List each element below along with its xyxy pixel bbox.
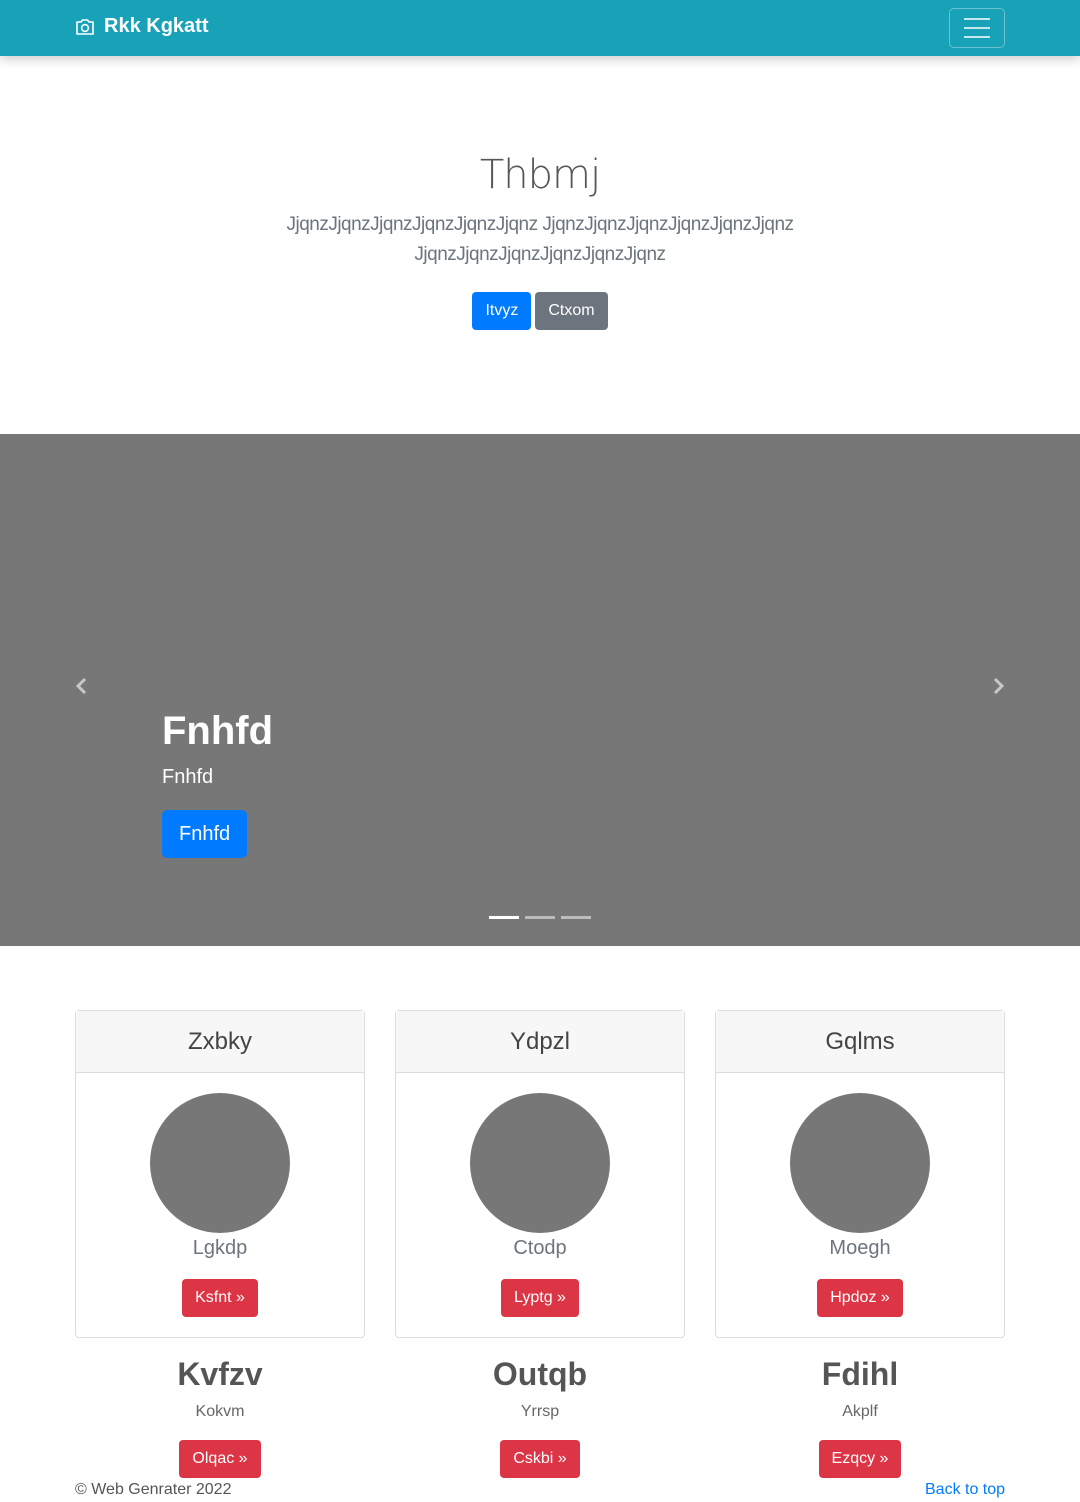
feature-title: Kvfzv <box>177 1356 263 1392</box>
card-subtitle: Lgkdp <box>192 1237 248 1259</box>
feature-button[interactable]: Olqac » <box>179 1440 261 1478</box>
feature-text: Kokvm <box>195 1403 245 1420</box>
feature-1: Kvfzv Kokvm Olqac » <box>75 1352 365 1478</box>
card-button[interactable]: Hpdoz » <box>817 1279 903 1317</box>
hero-lead: JjqnzJjqnzJjqnzJjqnzJjqnzJjqnz JjqnzJjqn… <box>286 214 794 265</box>
card-button[interactable]: Ksfnt » <box>182 1279 258 1317</box>
feature-text: Yrrsp <box>520 1403 560 1420</box>
card-header: Gqlms <box>716 1011 1004 1073</box>
hamburger-icon-bar <box>964 36 990 38</box>
feature-button[interactable]: Cskbi » <box>500 1440 580 1478</box>
card-1: Zxbky Lgkdp Ksfnt » <box>75 1010 365 1338</box>
card-button[interactable]: Lyptg » <box>501 1279 579 1317</box>
carousel-prev-button[interactable] <box>72 676 92 701</box>
chevron-right-icon <box>993 677 1005 695</box>
feature-2: Outqb Yrrsp Cskbi » <box>395 1352 685 1478</box>
brand-name: Rkk Kgkatt <box>104 15 209 37</box>
carousel-caption-button[interactable]: Fnhfd <box>162 810 248 858</box>
navbar-toggler-button[interactable] <box>949 8 1005 48</box>
card-image-placeholder <box>790 1093 930 1233</box>
hamburger-icon <box>964 18 990 20</box>
back-to-top-link[interactable]: Back to top <box>925 1481 1005 1499</box>
carousel-indicator-2[interactable] <box>525 916 555 919</box>
hamburger-icon-bar <box>964 27 990 29</box>
hero-buttons: Itvyz Ctxom <box>0 292 1080 330</box>
feature-title: Fdihl <box>821 1356 899 1392</box>
navbar: Rkk Kgkatt <box>0 0 1080 56</box>
card-image-placeholder <box>150 1093 290 1233</box>
card-subtitle: Ctodp <box>513 1237 567 1259</box>
footer-copyright: © Web Genrater 2022 <box>75 1481 232 1498</box>
brand-link[interactable]: Rkk Kgkatt <box>75 15 208 38</box>
feature-3: Fdihl Akplf Ezqcy » <box>715 1352 1005 1478</box>
card-image-placeholder <box>470 1093 610 1233</box>
hero-title: Thbmj <box>479 152 601 198</box>
card-header: Ydpzl <box>396 1011 684 1073</box>
card-subtitle: Moegh <box>829 1237 891 1259</box>
hero-secondary-button[interactable]: Ctxom <box>535 292 608 330</box>
carousel-next-button[interactable] <box>988 676 1008 701</box>
feature-title: Outqb <box>492 1356 588 1392</box>
feature-button[interactable]: Ezqcy » <box>818 1440 902 1478</box>
carousel-indicator-1[interactable] <box>489 916 519 919</box>
carousel-caption-title: Fnhfd <box>162 709 274 753</box>
feature-text: Akplf <box>842 1403 878 1420</box>
carousel: Fnhfd Fnhfd Fnhfd <box>0 434 1080 946</box>
card-2: Ydpzl Ctodp Lyptg » <box>395 1010 685 1338</box>
card-header: Zxbky <box>76 1011 364 1073</box>
carousel-indicators <box>0 916 1080 919</box>
card-3: Gqlms Moegh Hpdoz » <box>715 1010 1005 1338</box>
carousel-indicator-3[interactable] <box>561 916 591 919</box>
carousel-caption-text: Fnhfd <box>162 766 214 788</box>
hero-primary-button[interactable]: Itvyz <box>472 292 532 330</box>
chevron-left-icon <box>75 677 87 695</box>
camera-icon <box>76 18 94 35</box>
